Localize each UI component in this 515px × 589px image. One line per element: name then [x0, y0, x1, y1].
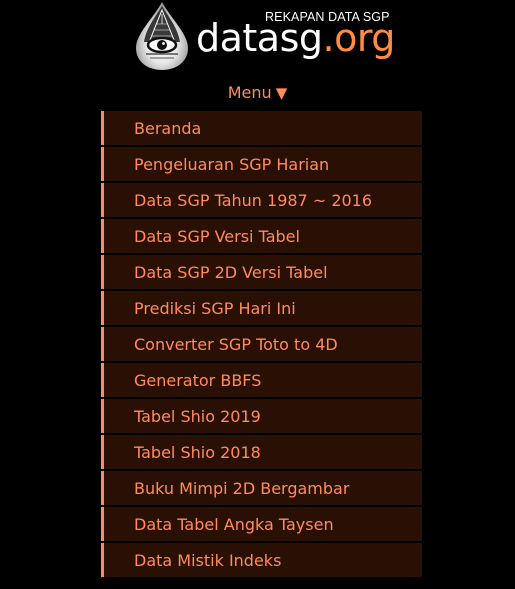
menu-item-data-sgp-versi-tabel[interactable]: Data SGP Versi Tabel [101, 219, 422, 253]
menu-item-label: Tabel Shio 2019 [134, 406, 261, 426]
menu-item-label: Converter SGP Toto to 4D [134, 334, 338, 354]
menu-item-label: Data Tabel Angka Taysen [134, 514, 334, 534]
site-header: REKAPAN DATA SGP datasg.org [0, 0, 515, 76]
menu-item-label: Data SGP 2D Versi Tabel [134, 262, 328, 282]
menu-item-label: Tabel Shio 2018 [134, 442, 261, 462]
menu-item-label: Pengeluaran SGP Harian [134, 154, 330, 174]
menu-item-data-sgp-2d-versi-tabel[interactable]: Data SGP 2D Versi Tabel [101, 255, 422, 289]
site-logo-link[interactable]: REKAPAN DATA SGP datasg.org [128, 0, 395, 74]
brand-tld: .org [322, 16, 396, 60]
menu-item-prediksi-sgp[interactable]: Prediksi SGP Hari Ini [101, 291, 422, 325]
main-menu: Beranda Pengeluaran SGP Harian Data SGP … [101, 111, 422, 579]
menu-item-label: Prediksi SGP Hari Ini [134, 298, 296, 318]
menu-toggle-button[interactable]: Menu ▼ [0, 82, 515, 104]
menu-item-label: Data SGP Versi Tabel [134, 226, 300, 246]
menu-item-data-sgp-tahun[interactable]: Data SGP Tahun 1987 ~ 2016 [101, 183, 422, 217]
eye-pyramid-icon [132, 0, 192, 72]
menu-item-label: Buku Mimpi 2D Bergambar [134, 478, 350, 498]
menu-item-label: Generator BBFS [134, 370, 262, 390]
menu-item-angka-taysen[interactable]: Data Tabel Angka Taysen [101, 507, 422, 541]
menu-item-generator-bbfs[interactable]: Generator BBFS [101, 363, 422, 397]
menu-item-label: Data SGP Tahun 1987 ~ 2016 [134, 190, 373, 210]
menu-item-label: Beranda [134, 118, 202, 138]
menu-item-tabel-shio-2018[interactable]: Tabel Shio 2018 [101, 435, 422, 469]
caret-down-icon: ▼ [275, 84, 288, 102]
menu-item-converter-sgp[interactable]: Converter SGP Toto to 4D [101, 327, 422, 361]
menu-item-mistik-indeks[interactable]: Data Mistik Indeks [101, 543, 422, 577]
menu-item-buku-mimpi[interactable]: Buku Mimpi 2D Bergambar [101, 471, 422, 505]
brand-wordmark: datasg.org [196, 10, 395, 66]
menu-item-label: Data Mistik Indeks [134, 550, 282, 570]
brand-name: datasg [196, 16, 323, 60]
menu-toggle-label: Menu [227, 83, 272, 102]
menu-item-tabel-shio-2019[interactable]: Tabel Shio 2019 [101, 399, 422, 433]
menu-item-pengeluaran-sgp-harian[interactable]: Pengeluaran SGP Harian [101, 147, 422, 181]
menu-item-beranda[interactable]: Beranda [101, 111, 422, 145]
